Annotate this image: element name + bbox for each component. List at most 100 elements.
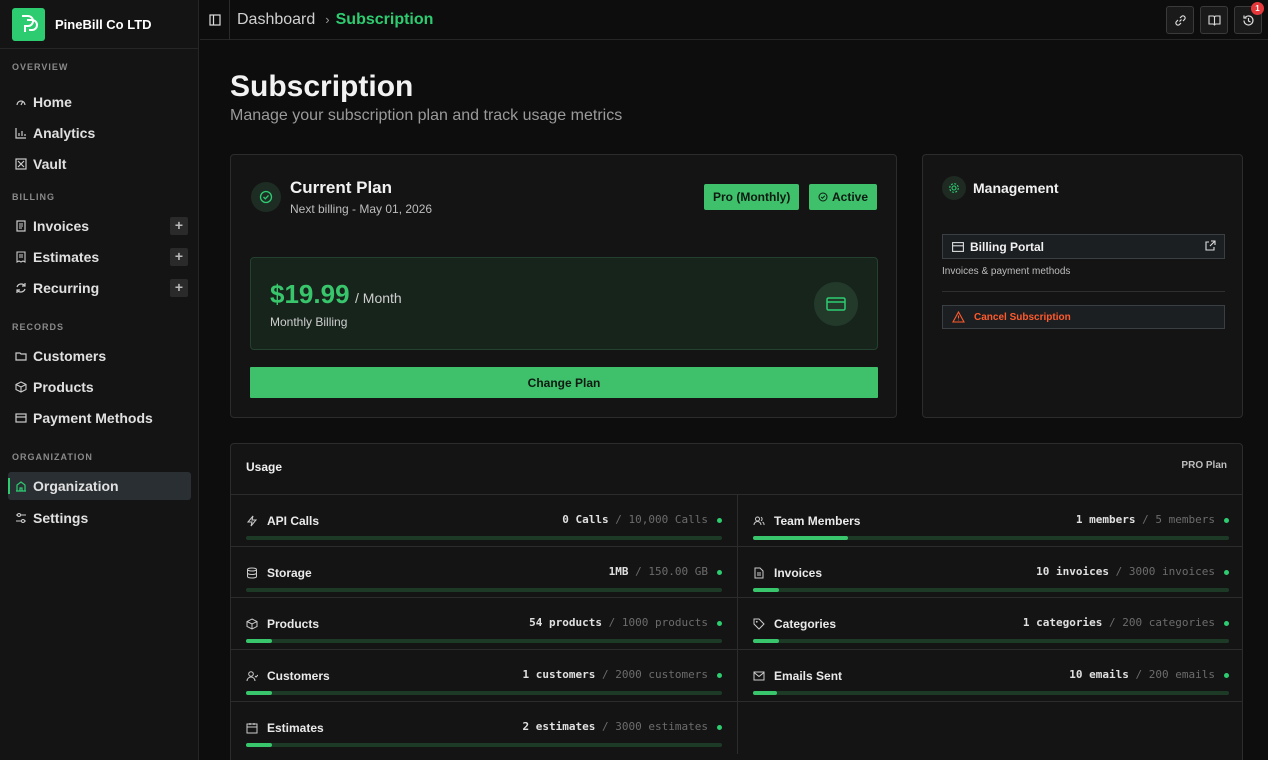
metric-value: 10 emails / 200 emails (1069, 668, 1215, 681)
metric-value: 0 Calls / 10,000 Calls (562, 513, 708, 526)
history-button[interactable]: 1 (1234, 2, 1264, 34)
nav-section-billing: BILLING Invoices + Estimates + Recurring… (0, 192, 199, 302)
metric-label: Customers (267, 669, 330, 683)
metric-value: 1 members / 5 members (1075, 513, 1215, 526)
breadcrumb: Dashboard › Subscription (237, 11, 433, 29)
bolt-icon (246, 514, 259, 527)
user-icon (246, 669, 259, 682)
docs-button[interactable] (1200, 6, 1228, 34)
brand-name: PineBill Co LTD (55, 16, 152, 32)
status-dot (1224, 673, 1229, 678)
sliders-icon (15, 512, 27, 524)
usage-progress-fill (246, 691, 273, 695)
sidebar-item-vault[interactable]: Vault (8, 150, 191, 178)
usage-plan-label: PRO Plan (1181, 460, 1227, 471)
section-title: RECORDS (12, 322, 65, 332)
nav-section-records: RECORDS Customers Products Payment Metho… (0, 322, 199, 432)
sidebar: PineBill Co LTD OVERVIEW Home Analytics … (0, 0, 199, 760)
check-circle-icon (251, 182, 281, 212)
sidebar-item-label: Products (33, 379, 94, 395)
brand[interactable]: PineBill Co LTD (0, 0, 198, 49)
metric-emails-sent: Emails Sent 10 emails / 200 emails (753, 656, 1229, 708)
sidebar-toggle-icon (208, 13, 221, 26)
cancel-subscription-button[interactable]: Cancel Subscription (942, 305, 1225, 329)
metric-label: Estimates (267, 721, 324, 735)
bar-chart-icon (15, 127, 27, 139)
building-icon (15, 480, 27, 492)
metric-value: 1 customers / 2000 customers (522, 668, 708, 681)
billing-frequency: Monthly Billing (270, 315, 348, 329)
app-root: PineBill Co LTD OVERVIEW Home Analytics … (0, 0, 1268, 760)
usage-progress-bar (246, 639, 722, 643)
check-circle-icon (818, 192, 828, 202)
section-title: BILLING (12, 192, 55, 202)
add-estimate-button[interactable]: + (170, 248, 188, 266)
sidebar-item-products[interactable]: Products (8, 373, 191, 401)
sidebar-item-recurring[interactable]: Recurring + (8, 274, 191, 302)
breadcrumb-dashboard-link[interactable]: Dashboard (237, 11, 315, 29)
billing-portal-button[interactable]: Billing Portal (942, 234, 1225, 259)
status-badge-label: Active (832, 190, 869, 204)
breadcrumb-separator: › (325, 12, 330, 27)
usage-progress-fill (753, 536, 849, 540)
usage-progress-fill (753, 691, 777, 695)
page-subtitle: Manage your subscription plan and track … (230, 107, 623, 124)
folder-icon (15, 350, 27, 362)
metric-customers: Customers 1 customers / 2000 customers (246, 656, 722, 708)
change-plan-button[interactable]: Change Plan (250, 367, 878, 398)
sidebar-item-label: Vault (33, 156, 67, 172)
sidebar-item-organization[interactable]: Organization (8, 472, 191, 500)
usage-progress-fill (753, 639, 780, 643)
add-invoice-button[interactable]: + (170, 217, 188, 235)
usage-progress-fill (246, 743, 273, 747)
status-dot (717, 570, 722, 575)
price-period: / Month (355, 290, 402, 306)
metric-label: API Calls (267, 514, 320, 528)
status-dot (1224, 518, 1229, 523)
link-icon (1174, 14, 1186, 26)
sidebar-item-home[interactable]: Home (8, 88, 191, 116)
metric-label: Team Members (774, 514, 861, 528)
usage-progress-fill (246, 639, 272, 643)
warning-icon (952, 311, 965, 323)
metric-label: Storage (267, 566, 312, 580)
current-plan-card: Current Plan Next billing - May 01, 2026… (230, 154, 897, 418)
box-icon (15, 381, 27, 393)
add-recurring-button[interactable]: + (170, 279, 188, 297)
status-dot (717, 673, 722, 678)
usage-title: Usage (246, 460, 283, 474)
section-title: ORGANIZATION (12, 452, 93, 462)
price-box: $19.99 / Month Monthly Billing (250, 257, 878, 350)
nav-section-organization: ORGANIZATION Organization Settings (0, 452, 199, 532)
metric-value: 1 categories / 200 categories (1022, 616, 1215, 629)
sidebar-item-invoices[interactable]: Invoices + (8, 212, 191, 240)
management-title: Management (973, 180, 1059, 196)
calendar-icon (246, 721, 259, 734)
sidebar-item-payment-methods[interactable]: Payment Methods (8, 404, 191, 432)
sidebar-item-estimates[interactable]: Estimates + (8, 243, 191, 271)
metric-categories: Categories 1 categories / 200 categories (753, 604, 1229, 656)
sidebar-toggle-button[interactable] (200, 0, 230, 40)
sidebar-item-settings[interactable]: Settings (8, 504, 191, 532)
usage-progress-bar (246, 743, 722, 747)
metric-estimates: Estimates 2 estimates / 3000 estimates (246, 708, 722, 760)
sidebar-item-label: Recurring (33, 280, 100, 296)
metric-value: 54 products / 1000 products (529, 616, 708, 629)
mail-icon (753, 669, 766, 682)
tag-icon (753, 617, 766, 630)
refresh-icon (15, 282, 27, 294)
metric-products: Products 54 products / 1000 products (246, 604, 722, 656)
breadcrumb-current: Subscription (335, 10, 434, 28)
metric-value: 2 estimates / 3000 estimates (522, 720, 708, 733)
sidebar-item-analytics[interactable]: Analytics (8, 119, 191, 147)
topbar: Dashboard › Subscription 1 (200, 0, 1268, 40)
sidebar-item-label: Organization (33, 478, 119, 494)
notification-badge: 1 (1251, 2, 1264, 15)
card-icon (952, 241, 964, 252)
page-title: Subscription (230, 70, 414, 103)
plan-tier-badge: Pro (Monthly) (704, 184, 800, 210)
link-button[interactable] (1166, 6, 1194, 34)
sidebar-item-label: Settings (33, 510, 89, 526)
sidebar-item-customers[interactable]: Customers (8, 342, 191, 370)
status-dot (717, 725, 722, 730)
